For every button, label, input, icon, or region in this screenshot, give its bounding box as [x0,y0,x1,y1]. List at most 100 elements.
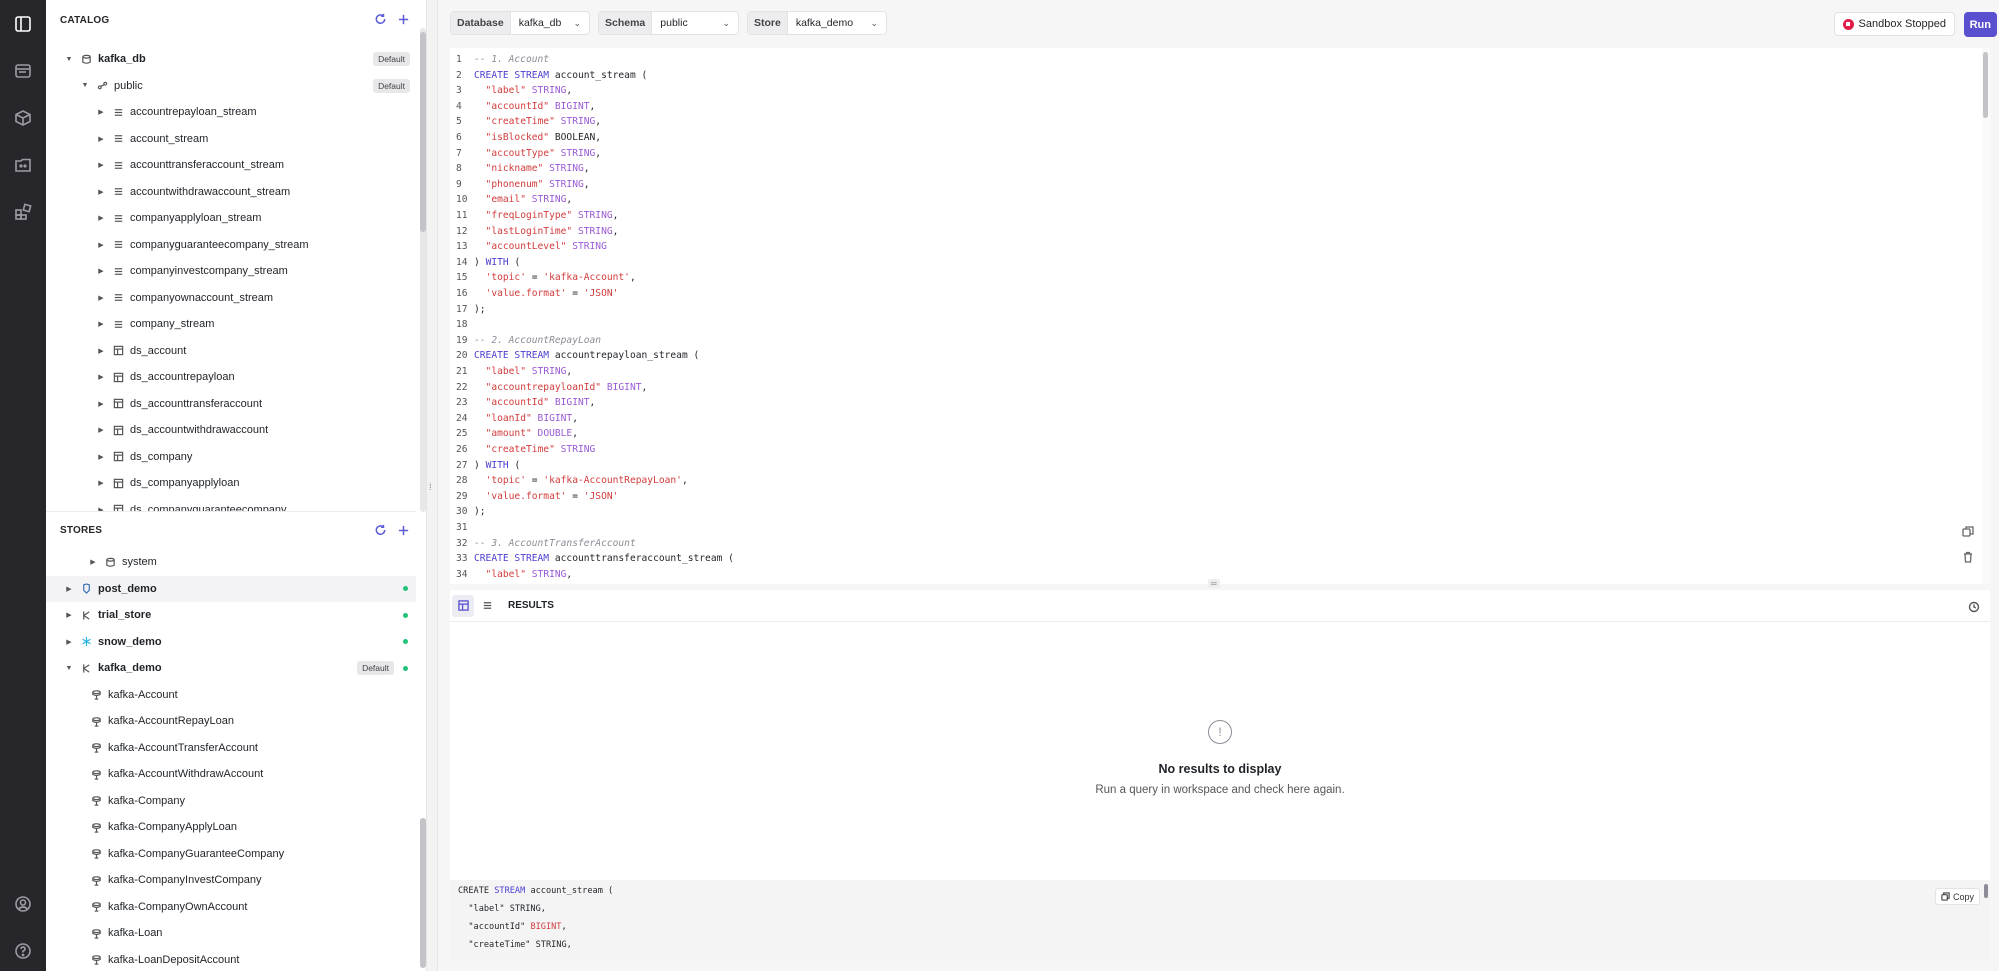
tree-item[interactable]: ▶ accountwithdrawaccount_stream [46,179,416,206]
trash-icon[interactable] [1962,551,1976,565]
topic-item[interactable]: kafka-CompanyInvestCompany [46,867,416,894]
chevron-right-icon[interactable]: ▶ [96,267,106,275]
store-item[interactable]: ▶ trial_store [46,602,416,629]
chevron-right-icon[interactable]: ▶ [96,294,106,302]
editor-nav-icon[interactable] [9,10,37,38]
help-icon[interactable] [9,937,37,965]
tree-item[interactable]: ▶ companyguaranteecompany_stream [46,232,416,259]
tree-system[interactable]: ▶ system [46,549,416,576]
copy-button[interactable]: Copy [1934,888,1980,905]
format-icon[interactable] [1962,526,1976,540]
chevron-right-icon[interactable]: ▶ [64,585,74,593]
tree-item[interactable]: ▶ ds_accountrepayloan [46,364,416,391]
tree-db-kafka-db[interactable]: ▼ kafka_db Default [46,46,416,73]
tree-item[interactable]: ▶ companyownaccount_stream [46,285,416,312]
refresh-icon[interactable] [374,13,387,26]
chevron-right-icon[interactable]: ▶ [96,426,106,434]
tree-item[interactable]: ▶ companyapplyloan_stream [46,205,416,232]
chevron-down-icon[interactable]: ▼ [64,665,74,672]
chevron-right-icon[interactable]: ▶ [96,161,106,169]
panel-splitter[interactable]: ⁞ [426,0,438,971]
chevron-right-icon[interactable]: ▶ [96,320,106,328]
preview-scrollbar[interactable] [1984,884,1988,898]
line-number: 28 [456,475,468,487]
code-line: 20 CREATE STREAM accountrepayloan_stream … [450,348,699,364]
chevron-right-icon[interactable]: ▶ [96,400,106,408]
topic-item[interactable]: kafka-AccountTransferAccount [46,735,416,762]
code-line: 34 "label" STRING, [450,567,572,583]
topic-item[interactable]: kafka-Company [46,788,416,815]
chevron-down-icon[interactable]: ▼ [80,82,90,89]
history-icon[interactable] [1968,600,1980,618]
chevron-right-icon[interactable]: ▶ [96,108,106,116]
code-token: accountrepayloan_stream ( [554,350,700,362]
editor-scrollbar[interactable] [1982,48,1990,584]
topic-icon [90,874,102,886]
chevron-right-icon[interactable]: ▶ [88,558,98,566]
refresh-icon[interactable] [374,524,387,537]
sql-editor[interactable]: 1 -- 1. Account 2 CREATE STREAM account_str… [450,48,1990,584]
table-view-tab[interactable] [452,594,474,617]
code-token: "accountrepayloanId" [474,381,607,393]
database-select[interactable]: Database kafka_db ⌄ [450,11,590,35]
store-select[interactable]: Store kafka_demo ⌄ [747,11,887,35]
tree-schema-public[interactable]: ▼ public Default [46,73,416,100]
topic-item[interactable]: kafka-CompanyOwnAccount [46,894,416,921]
tree-item[interactable]: ▶ ds_companyapplyloan [46,470,416,497]
tree-item[interactable]: ▶ ds_company [46,444,416,471]
editor-results-splitter[interactable]: ═ [438,579,1999,588]
topic-item[interactable]: kafka-LoanDepositAccount [46,947,416,971]
topic-icon [90,768,102,780]
chevron-right-icon[interactable]: ▶ [96,135,106,143]
store-item[interactable]: ▶ post_demo [46,575,416,602]
code-token: ) [474,459,486,471]
tree-item[interactable]: ▶ company_stream [46,311,416,338]
topic-item[interactable]: kafka-AccountRepayLoan [46,708,416,735]
chevron-right-icon[interactable]: ▶ [96,214,106,222]
sandbox-status-button[interactable]: Sandbox Stopped [1833,12,1955,36]
add-icon[interactable] [397,13,410,26]
tree-item[interactable]: ▶ account_stream [46,126,416,153]
tree-item[interactable]: ▶ ds_accounttransferaccount [46,391,416,418]
schema-select[interactable]: Schema public ⌄ [598,11,739,35]
code-token: STRING [531,366,567,377]
queries-nav-icon[interactable] [9,57,37,85]
chevron-right-icon[interactable]: ▶ [96,188,106,196]
chevron-right-icon[interactable]: ▶ [96,453,106,461]
tree-item[interactable]: ▶ accounttransferaccount_stream [46,152,416,179]
topic-item[interactable]: kafka-Account [46,682,416,709]
cube-nav-icon[interactable] [9,104,37,132]
topic-item[interactable]: kafka-CompanyApplyLoan [46,814,416,841]
tree-item[interactable]: ▶ companyinvestcompany_stream [46,258,416,285]
chevron-right-icon[interactable]: ▶ [96,241,106,249]
chevron-right-icon[interactable]: ▶ [64,611,74,619]
store-item[interactable]: ▶ snow_demo [46,629,416,656]
chevron-right-icon[interactable]: ▶ [96,347,106,355]
code-token: STRING [572,241,607,253]
add-icon[interactable] [397,524,410,537]
topic-item[interactable]: kafka-AccountWithdrawAccount [46,761,416,788]
line-number: 29 [456,490,468,502]
folder-nav-icon[interactable] [9,151,37,179]
chevron-down-icon[interactable]: ▼ [64,56,74,63]
stream-icon [112,212,124,224]
tree-item[interactable]: ▶ ds_accountwithdrawaccount [46,417,416,444]
tree-system-label: system [122,556,157,569]
user-icon[interactable] [9,890,37,918]
tree-item[interactable]: ▶ ds_companyguaranteecompany [46,497,416,511]
run-button[interactable]: Run [1963,12,1997,37]
apps-nav-icon[interactable] [9,198,37,226]
code-token: "label" [474,568,532,580]
tree-item-label: accounttransferaccount_stream [130,159,285,172]
list-view-tab[interactable] [476,595,498,617]
tree-schema-label: public [114,79,143,92]
topic-item[interactable]: kafka-Loan [46,920,416,947]
chevron-right-icon[interactable]: ▶ [64,638,74,646]
chevron-right-icon[interactable]: ▶ [96,479,106,487]
tree-item-label: accountrepayloan_stream [130,106,257,119]
topic-item[interactable]: kafka-CompanyGuaranteeCompany [46,841,416,868]
tree-item[interactable]: ▶ ds_account [46,338,416,365]
tree-item[interactable]: ▶ accountrepayloan_stream [46,99,416,126]
chevron-right-icon[interactable]: ▶ [96,373,106,381]
store-item-active[interactable]: ▼ kafka_demo Default [46,655,416,682]
